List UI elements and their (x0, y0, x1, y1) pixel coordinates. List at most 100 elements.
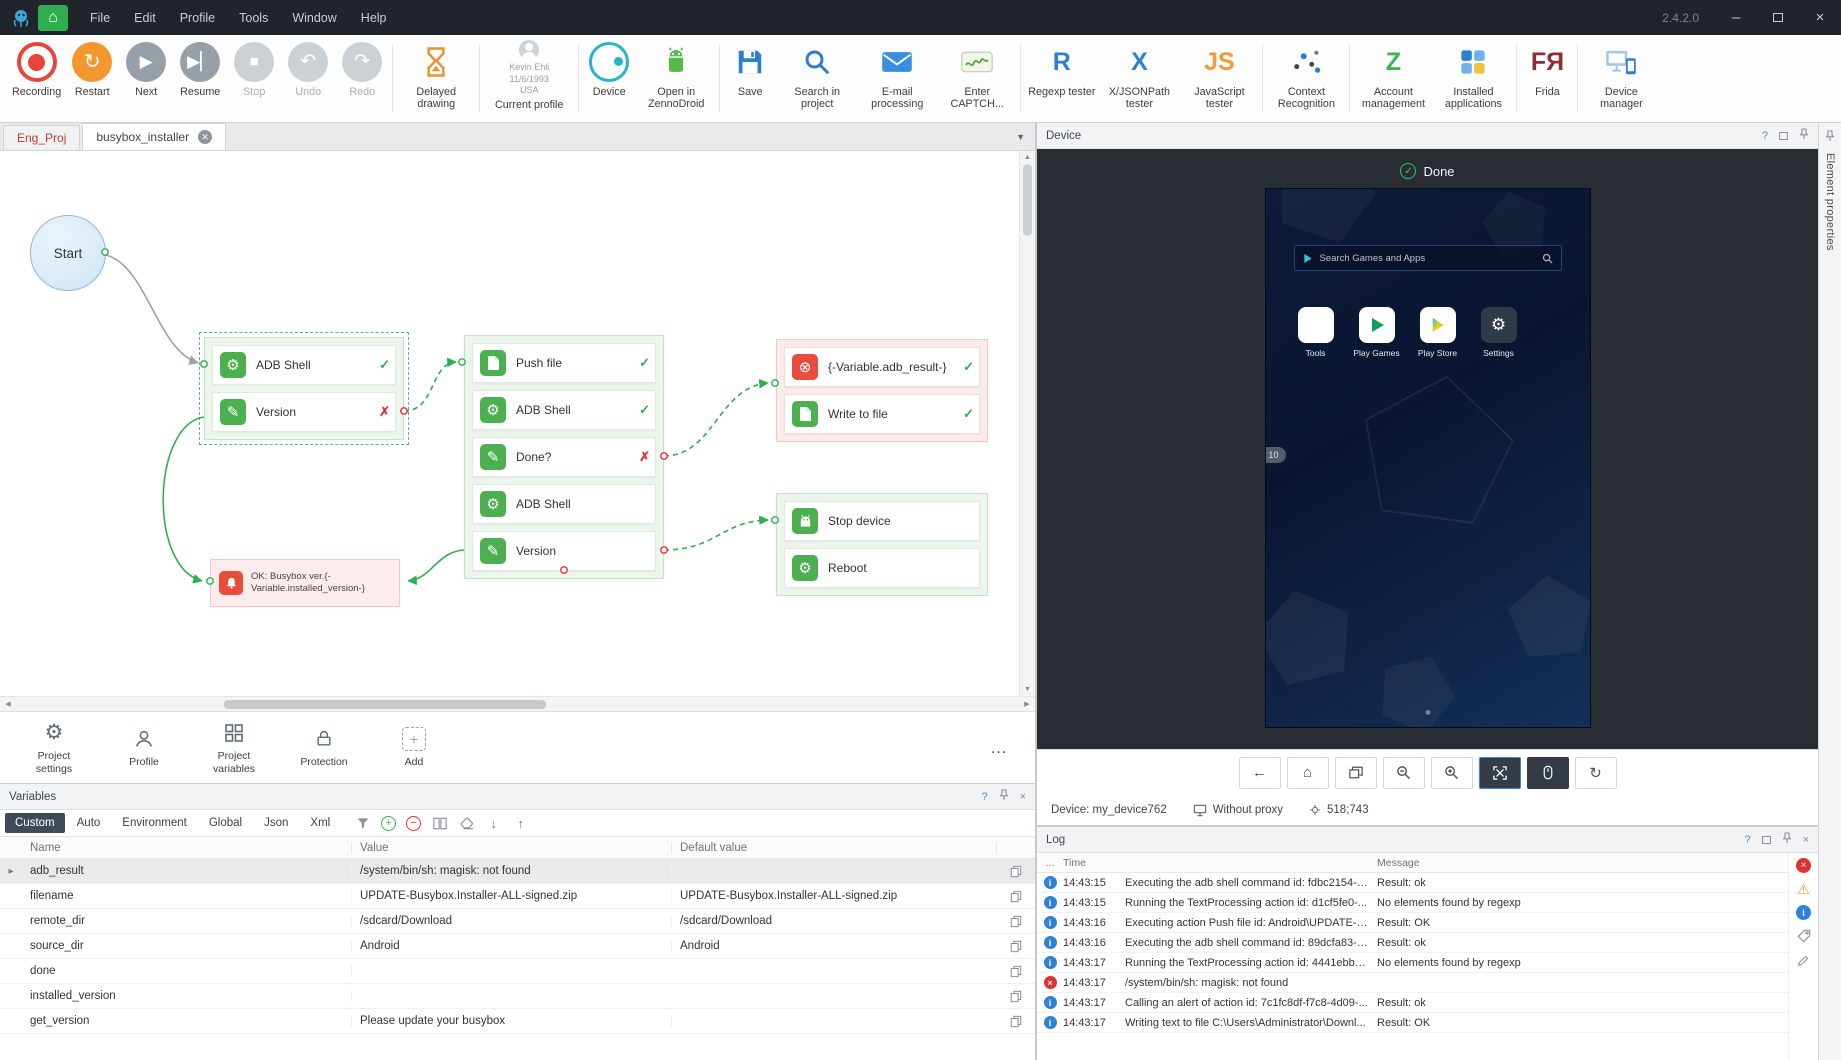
menu-item[interactable]: Help (349, 0, 399, 35)
help-icon[interactable]: ? (1744, 834, 1750, 846)
log-row[interactable]: 14:43:17 Calling an alert of action id: … (1037, 993, 1788, 1013)
log-row[interactable]: 14:43:17 Writing text to file C:\Users\A… (1037, 1013, 1788, 1033)
regexp-tester-button[interactable]: RRegexp tester (1024, 40, 1099, 100)
action-group-adb[interactable]: ⚙ ADB Shell ✓ ✎ Version ✗ (204, 337, 404, 440)
column-header-default[interactable]: Default value (672, 842, 997, 854)
variable-row[interactable]: ▸ filename UPDATE-Busybox.Installer-ALL-… (0, 884, 1035, 909)
pin-icon[interactable] (1782, 832, 1792, 847)
add-action-button[interactable]: +Add (382, 726, 446, 768)
open-in-zennodroid-button[interactable]: Open in ZennoDroid (636, 40, 716, 112)
node-adb-shell[interactable]: ⚙ ADB Shell ✓ (472, 390, 656, 430)
edit-icon[interactable] (1796, 952, 1812, 968)
installed-applications-button[interactable]: Installed applications (1433, 40, 1513, 112)
context-recognition-button[interactable]: Context Recognition (1266, 40, 1346, 112)
element-properties-strip[interactable]: Element properties (1818, 123, 1841, 1060)
node-push-file[interactable]: Push file ✓ (472, 343, 656, 383)
variables-tab[interactable]: Json (254, 813, 298, 833)
project-settings-button[interactable]: ⚙Project settings (22, 720, 86, 774)
variable-row[interactable]: ▸ installed_version (0, 984, 1035, 1009)
menu-item[interactable]: Tools (227, 0, 280, 35)
node-variable-adb-result[interactable]: ⊗ {-Variable.adb_result-} ✓ (784, 347, 980, 387)
maximize-panel-icon[interactable] (1779, 132, 1788, 140)
columns-icon[interactable] (431, 815, 448, 832)
stop-button[interactable]: ■Stop (227, 40, 281, 100)
variables-tab[interactable]: Global (199, 813, 252, 833)
action-group-result[interactable]: ⊗ {-Variable.adb_result-} ✓ Write to fil… (776, 339, 988, 442)
copy-variable-button[interactable] (997, 990, 1035, 1003)
enter-captcha-button[interactable]: Enter CAPTCH... (937, 40, 1017, 112)
copy-variable-button[interactable] (997, 1015, 1035, 1028)
copy-variable-button[interactable] (997, 865, 1035, 878)
device-back-button[interactable]: ← (1239, 757, 1281, 789)
device-recents-button[interactable] (1335, 757, 1377, 789)
zoom-out-button[interactable] (1383, 757, 1425, 789)
action-group-finish[interactable]: Stop device ⚙ Reboot (776, 493, 988, 596)
delayed-drawing-button[interactable]: Delayed drawing (396, 40, 476, 112)
log-row[interactable]: 14:43:17 Running the TextProcessing acti… (1037, 953, 1788, 973)
node-reboot[interactable]: ⚙ Reboot (784, 548, 980, 588)
protection-button[interactable]: Protection (292, 726, 356, 768)
proxy-status[interactable]: Without proxy (1193, 804, 1283, 817)
refresh-button[interactable]: ↻ (1575, 757, 1617, 789)
help-icon[interactable]: ? (1762, 130, 1768, 142)
remove-variable-icon[interactable]: − (406, 816, 421, 831)
variable-row[interactable]: ▸ adb_result /system/bin/sh: magisk: not… (0, 859, 1035, 884)
menu-item[interactable]: Profile (168, 0, 227, 35)
variable-row[interactable]: ▸ get_version Please update your busybox (0, 1009, 1035, 1034)
node-write-to-file[interactable]: Write to file ✓ (784, 394, 980, 434)
scroll-track[interactable] (1020, 161, 1035, 686)
scroll-track[interactable] (16, 697, 1019, 711)
eraser-icon[interactable] (458, 815, 475, 832)
help-icon[interactable]: ? (981, 791, 987, 803)
tab-list-dropdown[interactable]: ▼ (1016, 132, 1025, 142)
overlay-badge[interactable]: 10 (1266, 447, 1286, 463)
warnings-filter-icon[interactable]: ⚠ (1796, 881, 1812, 897)
next-button[interactable]: ▶Next (119, 40, 173, 100)
column-header-type[interactable]: ... (1037, 857, 1063, 869)
screen-capture-mode-button[interactable] (1479, 757, 1521, 789)
frida-button[interactable]: FЯFrida (1520, 40, 1574, 100)
canvas-horizontal-scrollbar[interactable]: ◀ ▶ (0, 696, 1035, 711)
maximize-panel-icon[interactable] (1762, 836, 1771, 844)
variable-row[interactable]: ▸ done (0, 959, 1035, 984)
node-done-check[interactable]: ✎ Done? ✗ (472, 437, 656, 477)
menu-item[interactable]: Edit (122, 0, 168, 35)
app-play-games[interactable]: Play Games (1351, 307, 1403, 358)
copy-variable-button[interactable] (997, 965, 1035, 978)
restart-button[interactable]: ↻Restart (65, 40, 119, 100)
search-in-project-button[interactable]: Search in project (777, 40, 857, 112)
menu-item[interactable]: File (78, 0, 122, 35)
variables-tab[interactable]: Environment (112, 813, 197, 833)
account-management-button[interactable]: ZAccount management (1353, 40, 1433, 112)
column-header-time[interactable]: Time (1063, 857, 1125, 869)
pin-icon[interactable] (1799, 128, 1809, 143)
undo-button[interactable]: ↶Undo (281, 40, 335, 100)
alert-node[interactable]: OK: Busybox ver.{-Variable.installed_ver… (210, 559, 400, 607)
zoom-in-button[interactable] (1431, 757, 1473, 789)
device-screen[interactable]: Search Games and Apps Tools Play Games (1266, 189, 1590, 727)
variables-tab[interactable]: Auto (67, 813, 111, 833)
scroll-thumb[interactable] (1023, 164, 1032, 236)
errors-filter-icon[interactable]: × (1796, 858, 1811, 873)
scroll-right-icon[interactable]: ▶ (1019, 700, 1035, 708)
action-group-push[interactable]: Push file ✓ ⚙ ADB Shell ✓ ✎ Done? ✗ ⚙ (464, 335, 664, 579)
device-home-button[interactable]: ⌂ (1287, 757, 1329, 789)
close-icon[interactable]: × (1020, 791, 1026, 803)
log-row[interactable]: 14:43:16 Executing action Push file id: … (1037, 913, 1788, 933)
javascript-tester-button[interactable]: JSJavaScript tester (1179, 40, 1259, 112)
app-logo-icon[interactable] (6, 5, 36, 31)
tag-icon[interactable] (1796, 928, 1812, 944)
variables-tab[interactable]: Xml (300, 813, 340, 833)
log-row[interactable]: 14:43:15 Executing the adb shell command… (1037, 873, 1788, 893)
start-node[interactable]: Start (30, 215, 106, 291)
close-icon[interactable]: × (1803, 834, 1809, 846)
move-up-icon[interactable]: ↑ (512, 815, 529, 832)
profile-button[interactable]: Profile (112, 726, 176, 768)
log-row[interactable]: 14:43:16 Executing the adb shell command… (1037, 933, 1788, 953)
log-row[interactable]: 14:43:15 Running the TextProcessing acti… (1037, 893, 1788, 913)
home-button[interactable]: ⌂ (38, 5, 68, 31)
node-adb-shell[interactable]: ⚙ ADB Shell (472, 484, 656, 524)
node-stop-device[interactable]: Stop device (784, 501, 980, 541)
column-header-value[interactable]: Value (352, 842, 672, 854)
mouse-mode-button[interactable] (1527, 757, 1569, 789)
